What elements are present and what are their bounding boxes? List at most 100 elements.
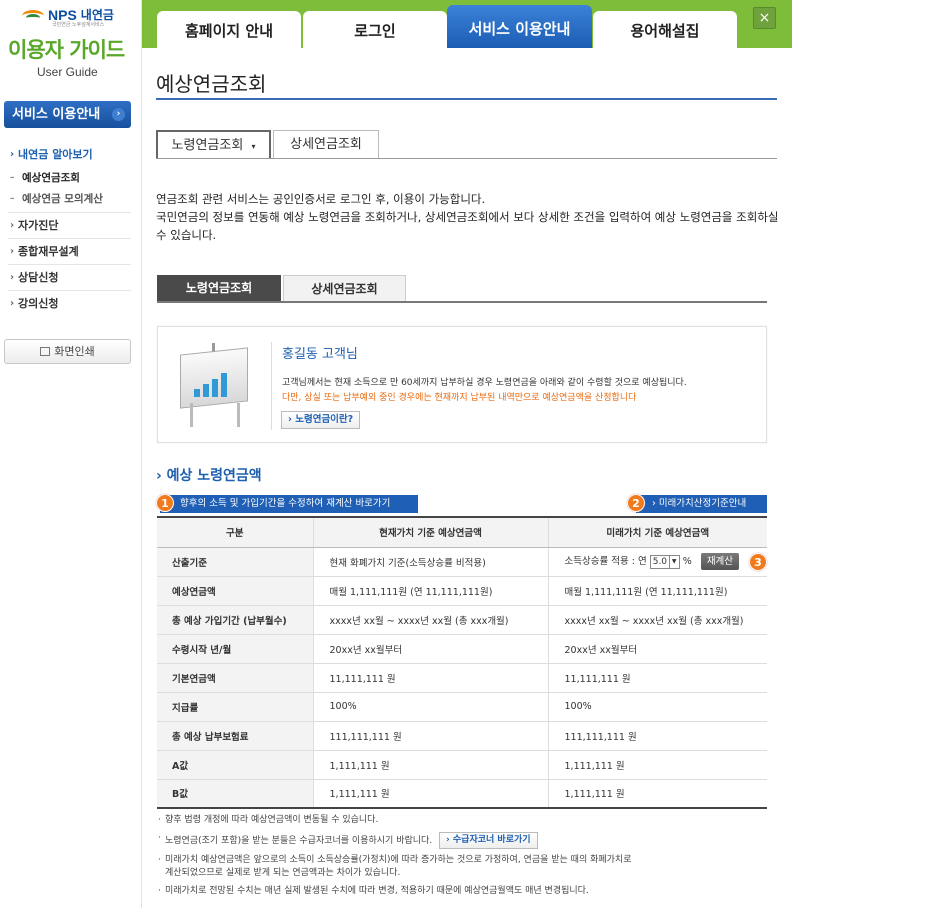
close-icon[interactable]: × bbox=[753, 7, 776, 29]
intro-line-2: 국민연금의 정보를 연동해 예상 노령연금을 조회하거나, 상세연금조회에서 보… bbox=[156, 210, 779, 242]
chevron-down-icon: ▾ bbox=[251, 142, 256, 151]
customer-message: 고객님께서는 현재 소득으로 만 60세까지 납부하실 경우 노령연금을 아래와… bbox=[282, 378, 687, 388]
guide-title: 이용자 가이드 bbox=[8, 38, 125, 62]
table-row: A값 1,111,111 원 1,111,111 원 bbox=[157, 750, 767, 780]
row-label: 기본연금액 bbox=[157, 663, 313, 693]
future-value-cell: 소득상승률 적용 : 연 5.0 ▼ % 재계산 bbox=[547, 547, 767, 577]
customer-info-box: 홍길동 고객님 고객님께서는 현재 소득으로 만 60세까지 납부하실 경우 노… bbox=[157, 326, 767, 443]
table-row: 수령시작 년/월 20xx년 xx월부터 20xx년 xx월부터 bbox=[157, 634, 767, 664]
note-text: 노령연금(조기 포함)을 받는 분들은 수급자코너를 이용하시기 바랍니다. bbox=[165, 836, 433, 846]
service-guide-button[interactable]: 서비스 이용안내 › bbox=[4, 101, 131, 128]
row-label: 지급률 bbox=[157, 692, 313, 722]
print-button[interactable]: 화면인쇄 bbox=[4, 339, 131, 364]
sidebar-item-self-diagnosis[interactable]: 자가진단 bbox=[8, 213, 131, 239]
income-growth-select[interactable]: 5.0 ▼ bbox=[649, 554, 680, 569]
note-item: 노령연금(조기 포함)을 받는 분들은 수급자코너를 이용하시기 바랍니다. ›… bbox=[158, 832, 778, 849]
service-guide-label: 서비스 이용안내 bbox=[12, 107, 101, 122]
step-badge-1: 1 bbox=[156, 494, 174, 512]
table-row: 총 예상 납부보험료 111,111,111 원 111,111,111 원 bbox=[157, 721, 767, 751]
sidebar-item-financial-planning[interactable]: 종합재무설계 bbox=[8, 239, 131, 265]
customer-name: 홍길동 고객님 bbox=[282, 347, 358, 362]
note-text: 계산되었으므로 실제로 받게 되는 연금액과는 차이가 있습니다. bbox=[165, 868, 401, 878]
tab-glossary[interactable]: 용어해설집 bbox=[593, 11, 737, 48]
inner-tab-old-age-pension[interactable]: 노령연금조회 bbox=[157, 275, 281, 302]
section-title: › 예상 노령연금액 bbox=[156, 468, 262, 484]
percent-unit: % bbox=[682, 556, 692, 567]
table-header-row: 구분 현재가치 기준 예상연금액 미래가치 기준 예상연금액 bbox=[157, 516, 767, 548]
table-row: 기본연금액 11,111,111 원 11,111,111 원 bbox=[157, 663, 767, 693]
tab-service-guide[interactable]: 서비스 이용안내 bbox=[447, 5, 592, 48]
sidebar-item-pension-simulation[interactable]: 예상연금 모의계산 bbox=[8, 189, 131, 213]
print-label: 화면인쇄 bbox=[54, 345, 95, 358]
row-label: 총 예상 납부보험료 bbox=[157, 721, 313, 751]
presentation-chart-icon bbox=[176, 341, 254, 427]
inner-tab-divider bbox=[157, 301, 767, 303]
future-value-cell: 1,111,111 원 bbox=[547, 750, 767, 780]
column-header-category: 구분 bbox=[157, 516, 313, 548]
sidebar-item-expected-pension[interactable]: 예상연금조회 bbox=[8, 168, 131, 189]
table-row: 예상연금액 매월 1,111,111원 (연 11,111,111원) 매월 1… bbox=[157, 576, 767, 606]
sidebar-item-my-pension[interactable]: 내연금 알아보기 bbox=[8, 142, 131, 168]
table-row: B값 1,111,111 원 1,111,111 원 bbox=[157, 779, 767, 809]
current-value-cell: 111,111,111 원 bbox=[312, 721, 548, 751]
row-label: A값 bbox=[157, 750, 313, 780]
row-label: 총 예상 가입기간 (납부월수) bbox=[157, 605, 313, 635]
row-label: 예상연금액 bbox=[157, 576, 313, 606]
note-item: 미래가치 예상연금액은 앞으로의 소득이 소득상승률(가정치)에 따라 증가하는… bbox=[158, 854, 778, 880]
future-value-cell: 111,111,111 원 bbox=[547, 721, 767, 751]
current-value-cell: 1,111,111 원 bbox=[312, 779, 548, 809]
row-label: B값 bbox=[157, 779, 313, 809]
current-value-cell: 11,111,111 원 bbox=[312, 663, 548, 693]
what-is-old-age-pension-button[interactable]: › 노령연금이란? bbox=[281, 411, 361, 429]
notes: 향후 법령 개정에 따라 예상연금액이 변동될 수 있습니다. 노령연금(조기 … bbox=[158, 814, 778, 903]
current-value-cell: 매월 1,111,111원 (연 11,111,111원) bbox=[312, 576, 548, 606]
current-value-cell: 1,111,111 원 bbox=[312, 750, 548, 780]
step-badge-3: 3 bbox=[749, 553, 767, 571]
future-value-cell: 11,111,111 원 bbox=[547, 663, 767, 693]
subtab-old-age-pension[interactable]: 노령연금조회 ▾ bbox=[156, 130, 271, 159]
future-value-criteria-button[interactable]: › 미래가치산정기준안내 bbox=[636, 495, 767, 513]
column-header-future-value: 미래가치 기준 예상연금액 bbox=[547, 516, 767, 548]
current-value-cell: xxxx년 xx월 ~ xxxx년 xx월 (총 xxx개월) bbox=[312, 605, 548, 635]
guide-subtitle: User Guide bbox=[37, 65, 98, 79]
column-header-current-value: 현재가치 기준 예상연금액 bbox=[312, 516, 548, 548]
top-nav: 홈페이지 안내 로그인 서비스 이용안내 용어해설집 bbox=[142, 0, 792, 48]
title-divider bbox=[156, 98, 777, 100]
customer-warning: 다만, 상실 또는 납부예외 중인 경우에는 현재까지 납부된 내역만으로 예상… bbox=[282, 393, 637, 403]
printer-icon bbox=[40, 347, 51, 356]
tab-login[interactable]: 로그인 bbox=[303, 11, 447, 48]
future-value-cell: xxxx년 xx월 ~ xxxx년 xx월 (총 xxx개월) bbox=[547, 605, 767, 635]
current-value-cell: 20xx년 xx월부터 bbox=[312, 634, 548, 664]
recipient-corner-button[interactable]: › 수급자코너 바로가기 bbox=[439, 832, 538, 849]
inner-tab-detailed-pension[interactable]: 상세연금조회 bbox=[283, 275, 406, 302]
recalculate-shortcut-button[interactable]: 향후의 소득 및 가입기간을 수정하여 재계산 바로가기 bbox=[160, 495, 418, 513]
row-label: 수령시작 년/월 bbox=[157, 634, 313, 664]
row-label: 산출기준 bbox=[157, 547, 313, 577]
future-value-cell: 100% bbox=[547, 692, 767, 722]
sidebar-item-consultation[interactable]: 상담신청 bbox=[8, 265, 131, 291]
chevron-right-icon: › bbox=[112, 108, 125, 121]
note-item: 미래가치로 전망된 수치는 매년 실제 발생된 수치에 따라 변경, 적용하기 … bbox=[158, 885, 778, 898]
chevron-down-icon: ▼ bbox=[668, 555, 679, 568]
current-value-cell: 현재 화폐가치 기준(소득상승률 비적용) bbox=[312, 547, 548, 577]
subtab-divider bbox=[156, 158, 777, 159]
divider bbox=[271, 342, 272, 430]
current-value-cell: 100% bbox=[312, 692, 548, 722]
table-row: 산출기준 현재 화폐가치 기준(소득상승률 비적용) 소득상승률 적용 : 연 … bbox=[157, 547, 767, 577]
note-text: 미래가치 예상연금액은 앞으로의 소득이 소득상승률(가정치)에 따라 증가하는… bbox=[165, 855, 632, 865]
step-badge-2: 2 bbox=[627, 494, 645, 512]
pension-table: 구분 현재가치 기준 예상연금액 미래가치 기준 예상연금액 산출기준 현재 화… bbox=[157, 516, 767, 809]
subtab-detailed-pension[interactable]: 상세연금조회 bbox=[273, 130, 379, 158]
subtab-old-age-pension-label: 노령연금조회 bbox=[171, 138, 244, 153]
recalculate-button[interactable]: 재계산 bbox=[700, 553, 740, 570]
intro-text: 연금조회 관련 서비스는 공인인증서로 로그인 후, 이용이 가능합니다. 국민… bbox=[156, 190, 780, 244]
income-growth-value: 5.0 bbox=[652, 556, 668, 567]
sidebar-item-lecture[interactable]: 강의신청 bbox=[8, 291, 131, 317]
note-item: 향후 법령 개정에 따라 예상연금액이 변동될 수 있습니다. bbox=[158, 814, 778, 827]
logo-tagline: 국민연금 노후설계서비스 bbox=[52, 22, 105, 28]
table-row: 총 예상 가입기간 (납부월수) xxxx년 xx월 ~ xxxx년 xx월 (… bbox=[157, 605, 767, 635]
sidebar-menu: 내연금 알아보기 예상연금조회 예상연금 모의계산 자가진단 종합재무설계 상담… bbox=[8, 142, 131, 317]
tab-homepage-guide[interactable]: 홈페이지 안내 bbox=[157, 11, 301, 48]
future-value-cell: 1,111,111 원 bbox=[547, 779, 767, 809]
table-row: 지급률 100% 100% bbox=[157, 692, 767, 722]
